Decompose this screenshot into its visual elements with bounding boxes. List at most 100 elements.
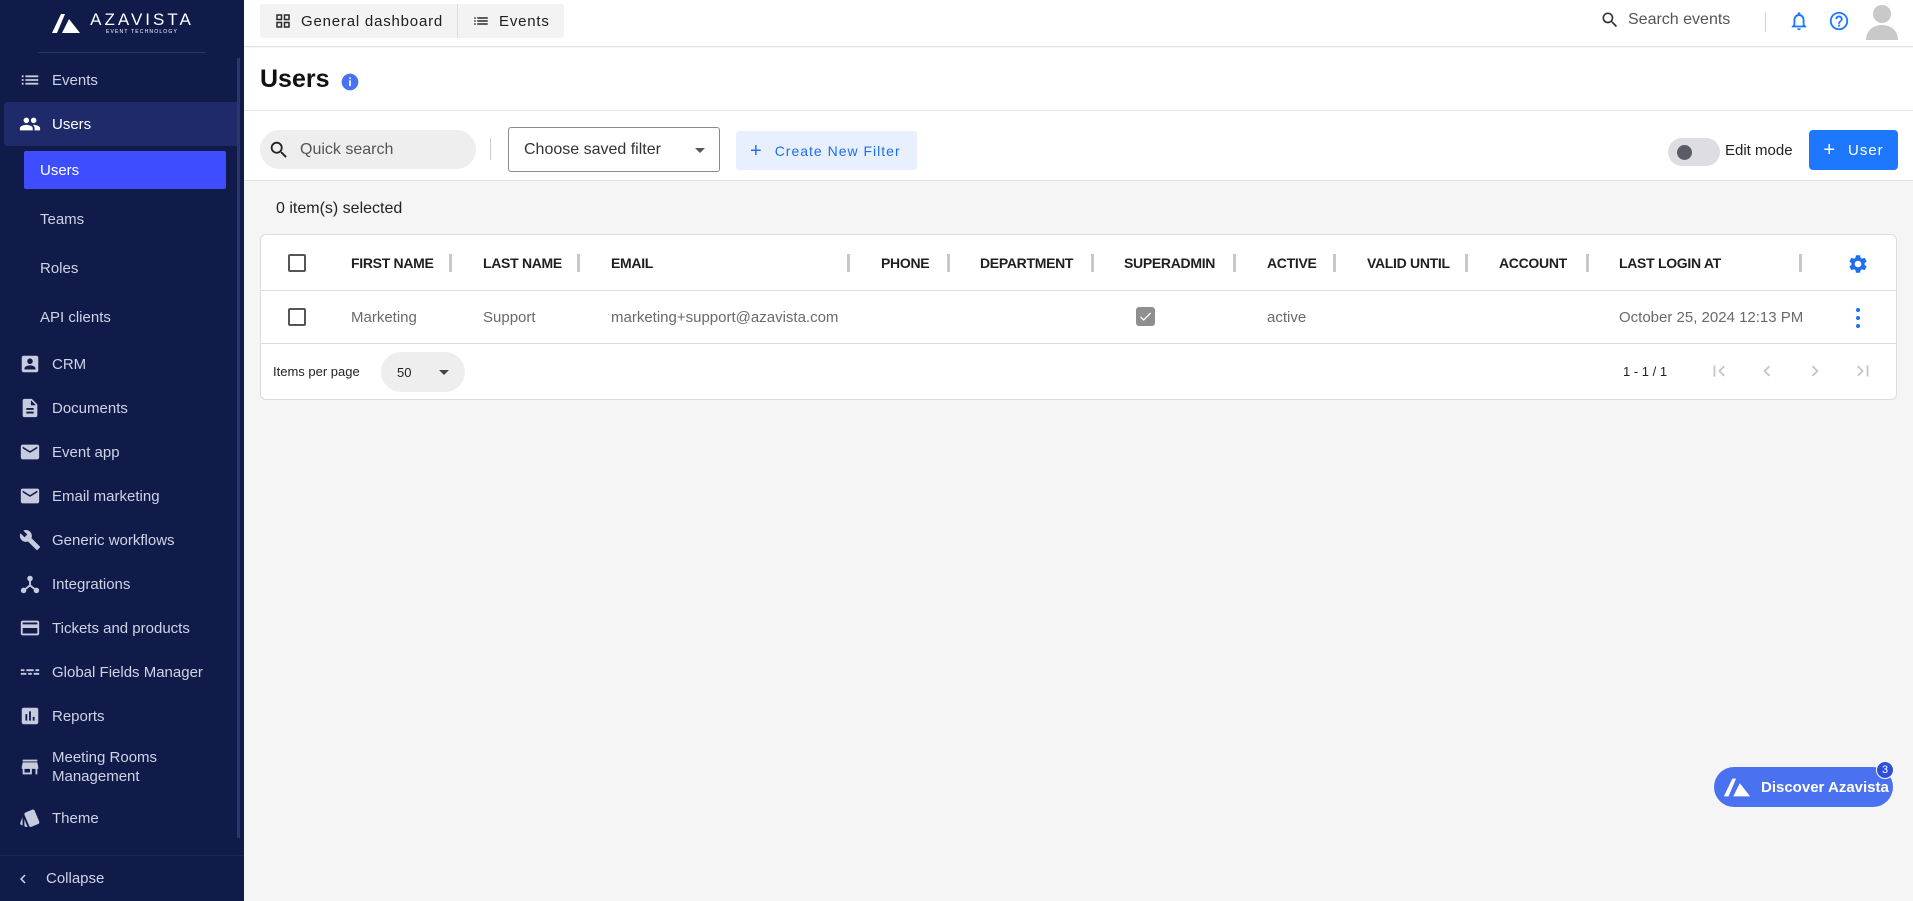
sidebar-item-label: Global Fields Manager: [52, 663, 203, 681]
sidebar-item-crm[interactable]: CRM: [0, 342, 244, 386]
column-resize-handle[interactable]: [1465, 254, 1468, 272]
sidebar-item-label: Documents: [52, 399, 128, 417]
sidebar-subitem-users[interactable]: Users: [24, 151, 226, 189]
column-resize-handle[interactable]: [1333, 254, 1336, 272]
help-icon[interactable]: [1828, 10, 1850, 32]
column-header-email[interactable]: EMAIL: [611, 255, 653, 271]
azavista-logo-icon: [1723, 778, 1751, 797]
sidebar-item-label: Theme: [52, 809, 99, 827]
integrations-icon: [18, 572, 42, 596]
collapse-label: Collapse: [46, 870, 105, 887]
sidebar-item-tickets-and-products[interactable]: Tickets and products: [0, 606, 244, 650]
sidebar-subitem-roles[interactable]: Roles: [0, 244, 244, 293]
previous-page-icon[interactable]: [1756, 360, 1778, 382]
search-events[interactable]: Search events: [1600, 10, 1730, 30]
check-icon: [1140, 312, 1152, 321]
sidebar-item-label: Integrations: [52, 575, 131, 593]
column-resize-handle[interactable]: [1233, 254, 1236, 272]
row-checkbox[interactable]: [288, 308, 306, 326]
mail-icon: [18, 440, 42, 464]
sidebar: AZAVISTA EVENT TECHNOLOGY Events Users U…: [0, 0, 244, 901]
column-resize-handle[interactable]: [1799, 254, 1802, 272]
cell-last-name: Support: [483, 309, 536, 326]
sidebar-nav: Events Users Users Teams Roles API clien…: [0, 58, 244, 840]
sidebar-subitem-api-clients[interactable]: API clients: [0, 293, 244, 342]
column-header-phone[interactable]: PHONE: [881, 255, 930, 271]
sidebar-item-global-fields-manager[interactable]: Global Fields Manager: [0, 650, 244, 694]
column-header-active[interactable]: ACTIVE: [1267, 255, 1317, 271]
quick-search[interactable]: [260, 130, 476, 169]
sidebar-item-label: Tickets and products: [52, 619, 190, 637]
column-resize-handle[interactable]: [1586, 254, 1589, 272]
column-header-valid-until[interactable]: VALID UNTIL: [1367, 255, 1450, 271]
sidebar-item-documents[interactable]: Documents: [0, 386, 244, 430]
notifications-bell-icon[interactable]: [1788, 10, 1810, 32]
sidebar-item-label: Users: [52, 115, 92, 133]
tab-general-dashboard[interactable]: General dashboard: [260, 4, 457, 38]
next-page-icon[interactable]: [1804, 360, 1826, 382]
cell-last-login-at: October 25, 2024 12:13 PM: [1619, 309, 1804, 326]
sidebar-item-label: CRM: [52, 355, 87, 373]
table-footer: Items per page 50 1 - 1 / 1: [261, 344, 1896, 399]
column-resize-handle[interactable]: [577, 254, 580, 272]
sidebar-scrollbar[interactable]: [237, 58, 240, 838]
divider: [38, 52, 206, 53]
column-header-account[interactable]: ACCOUNT: [1499, 255, 1567, 271]
avatar[interactable]: [1864, 2, 1900, 40]
first-page-icon[interactable]: [1708, 360, 1730, 382]
sidebar-item-integrations[interactable]: Integrations: [0, 562, 244, 606]
tab-label: Events: [499, 12, 550, 30]
column-header-last-login-at[interactable]: LAST LOGIN AT: [1619, 255, 1721, 271]
edit-mode-toggle[interactable]: [1668, 138, 1720, 166]
saved-filter-label: Choose saved filter: [524, 140, 661, 158]
search-icon: [270, 141, 287, 158]
sidebar-subitem-teams[interactable]: Teams: [0, 195, 244, 244]
table-header: FIRST NAME LAST NAME EMAIL PHONE DEPARTM…: [261, 235, 1896, 291]
discover-azavista-button[interactable]: Discover Azavista: [1714, 767, 1893, 807]
info-icon[interactable]: [340, 72, 360, 92]
list-icon: [18, 68, 42, 92]
top-tabs: General dashboard Events: [260, 4, 564, 38]
saved-filter-select[interactable]: Choose saved filter: [508, 127, 720, 172]
sidebar-item-reports[interactable]: Reports: [0, 694, 244, 738]
items-per-page-select[interactable]: 50: [381, 352, 465, 392]
credit-card-icon: [18, 616, 42, 640]
column-header-first-name[interactable]: FIRST NAME: [351, 255, 434, 271]
column-resize-handle[interactable]: [1091, 254, 1094, 272]
gear-icon[interactable]: [1847, 253, 1869, 275]
discover-label: Discover Azavista: [1761, 778, 1889, 796]
create-filter-label: Create New Filter: [774, 142, 901, 159]
row-menu-icon[interactable]: [1852, 308, 1864, 328]
wrench-icon: [18, 528, 42, 552]
logo[interactable]: AZAVISTA EVENT TECHNOLOGY: [0, 0, 244, 46]
create-filter-button[interactable]: + Create New Filter: [736, 131, 917, 170]
user-avatar-icon: [1866, 5, 1898, 40]
add-user-button[interactable]: + User: [1809, 130, 1898, 170]
column-header-last-name[interactable]: LAST NAME: [483, 255, 562, 271]
column-resize-handle[interactable]: [947, 254, 950, 272]
sidebar-item-events[interactable]: Events: [0, 58, 244, 102]
plus-icon: +: [750, 139, 763, 162]
sidebar-item-event-app[interactable]: Event app: [0, 430, 244, 474]
last-page-icon[interactable]: [1852, 360, 1874, 382]
sidebar-item-generic-workflows[interactable]: Generic workflows: [0, 518, 244, 562]
divider: [1765, 12, 1766, 32]
sidebar-item-theme[interactable]: Theme: [0, 796, 244, 840]
sidebar-item-email-marketing[interactable]: Email marketing: [0, 474, 244, 518]
quick-search-input[interactable]: [300, 140, 460, 159]
sidebar-item-label: Generic workflows: [52, 531, 175, 549]
column-header-superadmin[interactable]: SUPERADMIN: [1124, 255, 1215, 271]
column-resize-handle[interactable]: [449, 254, 452, 272]
table-row[interactable]: Marketing Support marketing+support@azav…: [261, 291, 1896, 344]
column-resize-handle[interactable]: [847, 254, 850, 272]
column-header-department[interactable]: DEPARTMENT: [980, 255, 1073, 271]
select-all-checkbox[interactable]: [288, 254, 306, 272]
collapse-button[interactable]: Collapse: [0, 855, 244, 901]
pagination-range: 1 - 1 / 1: [1623, 364, 1668, 379]
sidebar-item-label: Email marketing: [52, 487, 160, 505]
theme-icon: [18, 806, 42, 830]
add-user-label: User: [1848, 141, 1884, 159]
tab-events[interactable]: Events: [457, 4, 564, 38]
sidebar-item-users[interactable]: Users: [4, 102, 240, 146]
sidebar-item-meeting-rooms-management[interactable]: Meeting Rooms Management: [0, 738, 244, 796]
